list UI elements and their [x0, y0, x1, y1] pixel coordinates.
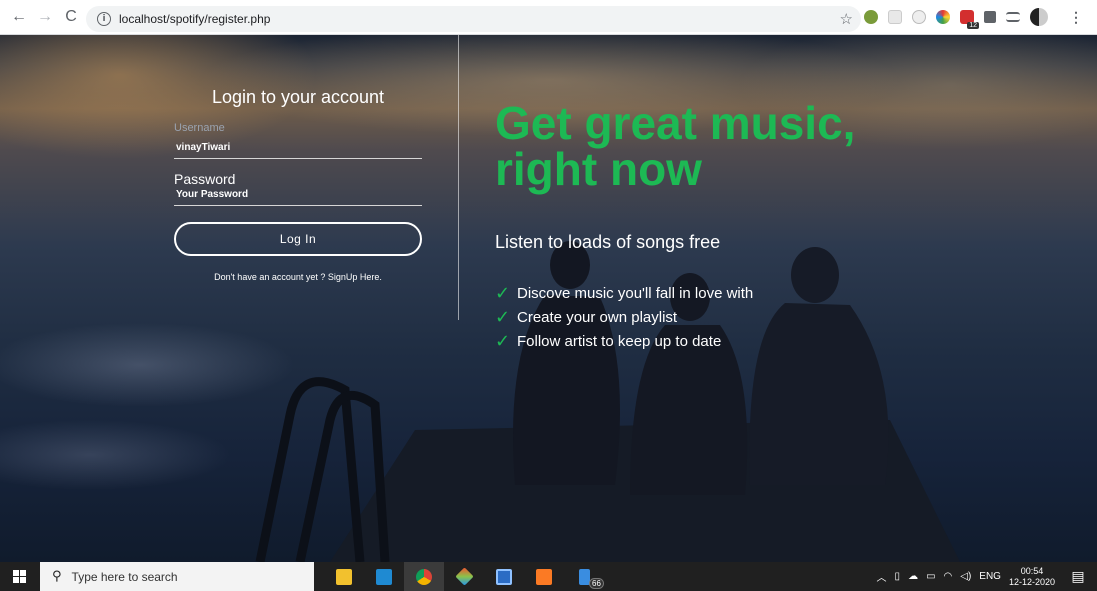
- onedrive-cloud-icon[interactable]: ☁: [908, 571, 918, 582]
- app-badge: 66: [589, 578, 604, 589]
- menu-kebab-icon[interactable]: ⋮: [1069, 9, 1083, 26]
- feature-list: ✓ Discove music you'll fall in love with…: [495, 281, 753, 353]
- extension-icon-4[interactable]: [936, 10, 950, 24]
- camera-icon[interactable]: ▯: [895, 571, 901, 582]
- feature-text: Follow artist to keep up to date: [517, 332, 722, 350]
- login-title: Login to your account: [211, 87, 385, 107]
- search-icon: ⚲: [52, 569, 62, 584]
- clock[interactable]: 00:54 12-12-2020: [1009, 566, 1055, 588]
- clock-time: 00:54: [1020, 565, 1044, 576]
- volume-icon[interactable]: ◁): [960, 571, 971, 582]
- check-icon: ✓: [495, 306, 511, 328]
- forward-icon[interactable]: →: [34, 6, 56, 28]
- extensions-puzzle-icon[interactable]: [984, 11, 996, 23]
- window-icon: [496, 568, 512, 585]
- extension-icon-5[interactable]: 12: [960, 10, 979, 29]
- wifi-icon[interactable]: ◠: [944, 571, 953, 582]
- password-input[interactable]: Your Password: [176, 189, 248, 200]
- taskbar-apps: 66: [324, 562, 604, 591]
- system-tray: ︿ ▯ ☁ ▭ ◠ ◁) ENG 00:54 12-12-2020 ▤: [877, 562, 1097, 591]
- chrome-icon: [416, 568, 432, 585]
- language-indicator[interactable]: ENG: [979, 571, 1001, 582]
- extension-badge: 12: [967, 22, 979, 29]
- promo-headline: Get great music, right now: [495, 100, 915, 192]
- promo-headline-line-1: Get great music,: [495, 97, 856, 149]
- windows-taskbar: ⚲ Type here to search 66 ︿ ▯ ☁ ▭ ◠ ◁) EN…: [0, 562, 1097, 591]
- extension-icon-3[interactable]: [912, 10, 926, 24]
- bookmark-star-icon[interactable]: ☆: [840, 10, 853, 28]
- username-input[interactable]: vinayTiwari: [176, 142, 230, 153]
- chevron-up-icon[interactable]: ︿: [877, 569, 887, 584]
- vscode-app[interactable]: [364, 562, 404, 591]
- feature-item: ✓ Follow artist to keep up to date: [495, 329, 753, 353]
- feature-text: Create your own playlist: [517, 308, 678, 326]
- page-background: Login to your account Username vinayTiwa…: [0, 35, 1097, 562]
- promo-subheading: Listen to loads of songs free: [495, 232, 721, 252]
- window-app[interactable]: [484, 562, 524, 591]
- section-divider: [458, 35, 459, 320]
- taskbar-search[interactable]: ⚲ Type here to search: [40, 562, 314, 591]
- notes-icon: [578, 568, 590, 585]
- start-button[interactable]: [0, 562, 38, 591]
- git-app[interactable]: [444, 562, 484, 591]
- browser-toolbar: ← → C i localhost/spotify/register.php ☆…: [0, 0, 1097, 35]
- username-underline: [174, 158, 422, 159]
- xampp-icon: [536, 568, 552, 585]
- feature-item: ✓ Create your own playlist: [495, 305, 753, 329]
- file-explorer-app[interactable]: [324, 562, 364, 591]
- reload-icon[interactable]: C: [60, 6, 82, 28]
- login-button[interactable]: Log In: [174, 222, 422, 256]
- password-underline: [174, 205, 422, 206]
- extensions-bar: 12: [864, 8, 1058, 29]
- address-bar[interactable]: i localhost/spotify/register.php ☆: [86, 6, 861, 32]
- clock-date: 12-12-2020: [1008, 576, 1055, 587]
- password-label: Password: [174, 171, 236, 187]
- back-icon[interactable]: ←: [8, 6, 30, 28]
- check-icon: ✓: [495, 330, 511, 352]
- chrome-app[interactable]: [404, 562, 444, 591]
- xampp-app[interactable]: [524, 562, 564, 591]
- feature-text: Discove music you'll fall in love with: [517, 284, 754, 302]
- folder-icon: [336, 568, 352, 585]
- feature-item: ✓ Discove music you'll fall in love with: [495, 281, 753, 305]
- extension-icon-2[interactable]: [888, 10, 902, 24]
- reading-list-icon[interactable]: [1006, 12, 1020, 22]
- username-label: Username: [174, 122, 225, 134]
- notification-icon[interactable]: ▤: [1067, 567, 1089, 587]
- battery-icon[interactable]: ▭: [926, 571, 935, 582]
- url-text[interactable]: localhost/spotify/register.php: [119, 12, 270, 26]
- person-3-body: [749, 303, 889, 485]
- windows-logo-icon: [12, 570, 26, 583]
- git-icon: [454, 567, 474, 586]
- check-icon: ✓: [495, 282, 511, 304]
- person-3-head: [791, 247, 839, 303]
- info-icon[interactable]: i: [97, 12, 111, 26]
- search-placeholder[interactable]: Type here to search: [72, 570, 178, 584]
- signup-link[interactable]: Don't have an account yet ? SignUp Here.: [174, 272, 422, 282]
- notes-app[interactable]: 66: [564, 562, 604, 591]
- profile-avatar-icon[interactable]: [1030, 8, 1048, 26]
- promo-headline-line-2: right now: [495, 143, 702, 195]
- extension-icon-1[interactable]: [864, 10, 878, 24]
- vscode-icon: [376, 568, 392, 585]
